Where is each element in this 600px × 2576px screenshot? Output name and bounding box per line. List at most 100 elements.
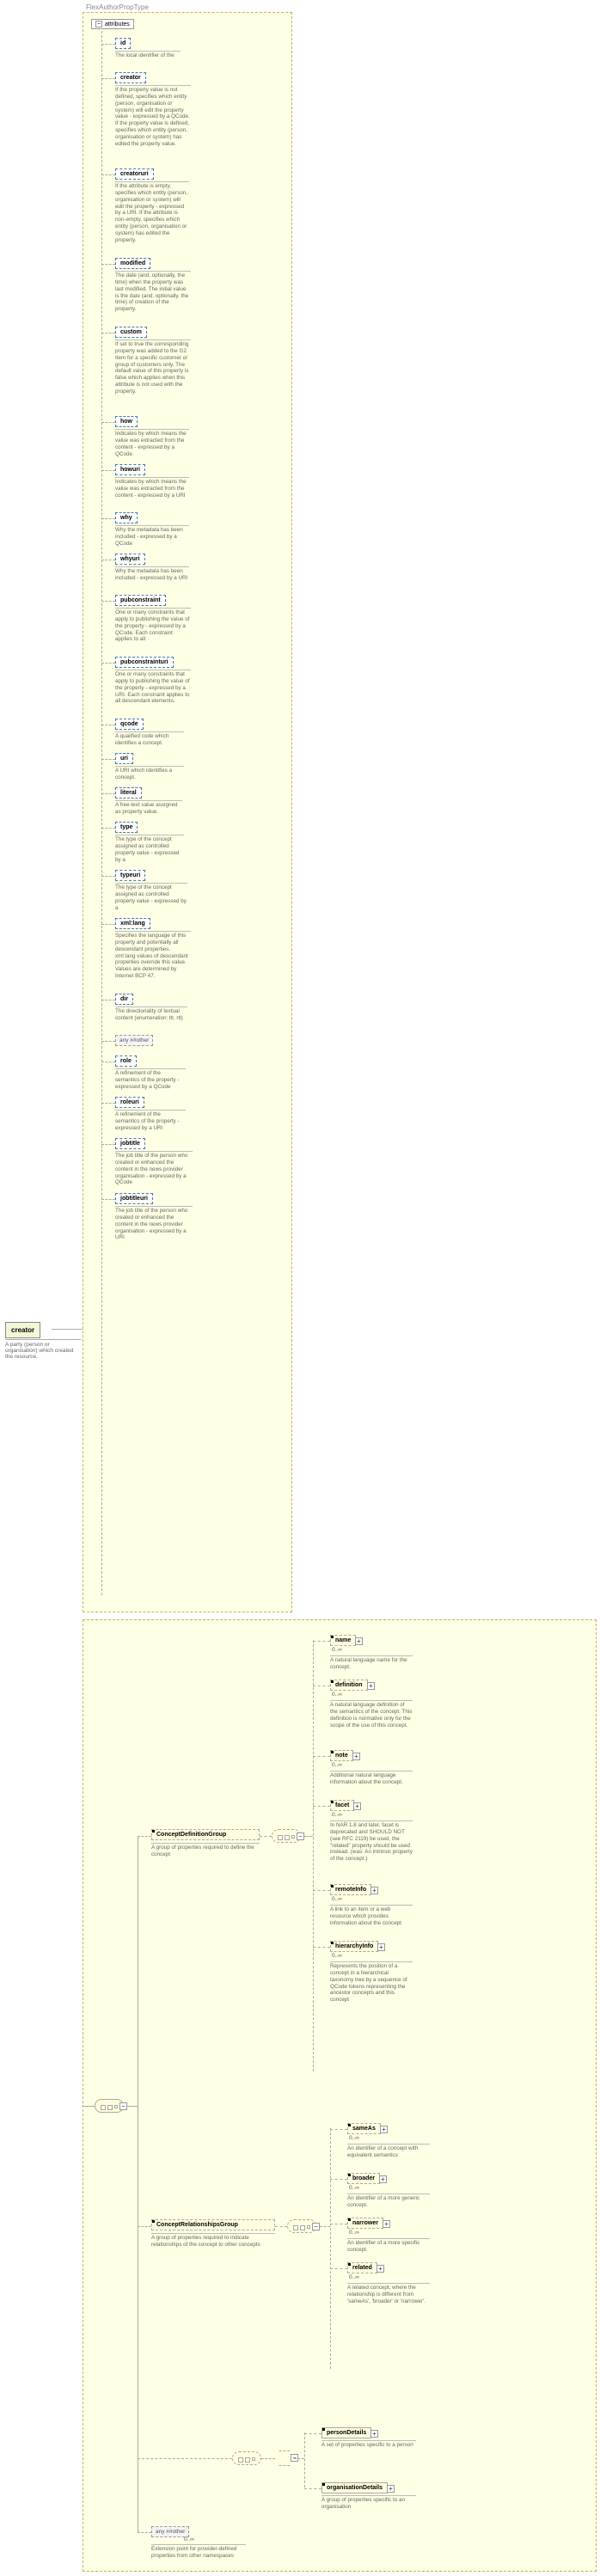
attr-desc: The directionality of textual content (e…	[115, 1007, 187, 1022]
root-label: creator	[11, 1326, 34, 1334]
cardinality: 0..∞	[349, 2135, 359, 2141]
element-label: hierarchyInfo	[335, 1943, 373, 1949]
cardinality: 0..∞	[332, 1647, 342, 1653]
conn	[320, 2226, 330, 2227]
conn	[101, 793, 115, 794]
attr-typeuri: typeuri	[115, 870, 145, 881]
expand-icon[interactable]: −	[297, 1833, 304, 1840]
expand-icon[interactable]: +	[377, 1943, 385, 1951]
root-desc: A party (person or organisation) which c…	[5, 1339, 81, 1360]
element-label: sameAs	[352, 2126, 376, 2132]
attr-whyuri: whyuri	[115, 554, 145, 565]
expand-icon[interactable]: +	[355, 1637, 363, 1645]
diagram-canvas: FlexAuthorPropType creator A party (pers…	[0, 0, 600, 2576]
attr-desc: Indicates by which means the value was e…	[115, 429, 189, 457]
attr-literal: literal	[115, 787, 142, 798]
conn	[330, 2129, 347, 2130]
conn	[101, 470, 115, 471]
attr-desc: If the property value is not defined, sp…	[115, 85, 191, 148]
element-desc: An identifier of a more generic concept.	[347, 2194, 430, 2209]
any-other-desc: Extension point for provider-defined pro…	[151, 2544, 246, 2560]
conn	[313, 1641, 330, 1642]
attr-desc: The job title of the person who created …	[115, 1206, 193, 1241]
attr-xml-lang: xml:lang	[115, 918, 150, 929]
conn	[304, 1836, 313, 1837]
attr-creator: creator	[115, 72, 146, 83]
expand-icon[interactable]: +	[367, 1682, 375, 1690]
conn	[138, 1836, 151, 1837]
attr-jobtitleuri: jobtitleuri	[115, 1193, 153, 1204]
seq-choice-wrap	[232, 2451, 261, 2465]
expand-icon[interactable]: +	[387, 2485, 395, 2493]
type-title: FlexAuthorPropType	[86, 3, 149, 11]
expand-icon[interactable]: −	[312, 2223, 320, 2230]
expand-icon[interactable]: +	[370, 2430, 378, 2438]
cardinality: 0..∞	[349, 2230, 359, 2236]
element-label: organisationDetails	[327, 2485, 383, 2491]
element-label: broader	[352, 2175, 375, 2181]
conn	[101, 518, 115, 519]
attr-desc: Why the metadata has been included - exp…	[115, 525, 189, 548]
attr-desc: Specifies the language of this property …	[115, 931, 191, 980]
conn	[313, 1947, 330, 1948]
element-label: facet	[335, 1802, 349, 1808]
conn	[260, 1836, 272, 1837]
conn	[101, 876, 115, 877]
minus-icon: −	[95, 21, 102, 28]
any-other-card: 0..∞	[184, 2536, 194, 2542]
expand-icon[interactable]: +	[380, 2126, 388, 2133]
expand-icon[interactable]: +	[352, 1753, 360, 1760]
conn	[330, 2268, 347, 2269]
attr-any: any ##other	[115, 1035, 153, 1046]
attr-pubconstrainturi: pubconstrainturi	[115, 657, 174, 668]
attr-trunk	[101, 31, 102, 1595]
cardinality: 0..∞	[349, 2274, 359, 2280]
expand-icon[interactable]: +	[370, 1887, 378, 1894]
element-desc: A group of properties specific to an org…	[321, 2495, 416, 2511]
group-rel-desc: A group of properties required to indica…	[151, 2233, 275, 2249]
attr-creatoruri: creatoruri	[115, 168, 154, 180]
element-name: name	[330, 1635, 356, 1646]
element-desc: A set of properties specific to a person	[321, 2440, 416, 2449]
element-narrower: narrower	[347, 2218, 383, 2229]
element-desc: An identifier of a more specific concept…	[347, 2238, 430, 2254]
element-definition: definition	[330, 1680, 368, 1691]
expand-icon[interactable]: +	[353, 1802, 361, 1810]
attr-jobtitle: jobtitle	[115, 1138, 145, 1149]
attr-desc: Indicates by which means the value was e…	[115, 477, 189, 499]
expand-icon[interactable]: +	[377, 2265, 384, 2273]
cardinality: 0..∞	[332, 1896, 342, 1902]
expand-icon[interactable]: +	[379, 2175, 387, 2183]
conn	[313, 1756, 330, 1757]
conn	[138, 2532, 151, 2533]
cardinality: 0..∞	[332, 1953, 342, 1959]
attr-id: id	[115, 38, 131, 49]
element-label: narrower	[352, 2220, 378, 2226]
expand-icon[interactable]: −	[119, 2102, 127, 2110]
attr-desc: One or many constraints that apply to pu…	[115, 608, 191, 643]
conn	[138, 2226, 151, 2227]
element-personDetails: personDetails	[321, 2427, 371, 2438]
element-desc: A link to an item or a web resource whic…	[330, 1905, 413, 1927]
attributes-toggle[interactable]: −attributes	[91, 19, 134, 29]
conn	[101, 1199, 115, 1200]
attr-role: role	[115, 1055, 137, 1067]
group-def-desc: A group of properties required to define…	[151, 1843, 260, 1858]
conn	[101, 1103, 115, 1104]
attr-desc: The type of the concept assigned as cont…	[115, 883, 187, 911]
attr-desc: If set to true the corresponding propert…	[115, 340, 191, 395]
element-label: related	[352, 2265, 372, 2271]
attr-desc: A refinement of the semantics of the pro…	[115, 1068, 186, 1091]
attr-desc: The type of the concept assigned as cont…	[115, 835, 184, 863]
element-sameAs: sameAs	[347, 2123, 381, 2134]
conn	[52, 1329, 83, 1330]
conn	[101, 422, 115, 423]
conn	[127, 2106, 138, 2107]
conn	[138, 2458, 232, 2459]
expand-icon[interactable]: +	[383, 2220, 390, 2228]
conn	[101, 174, 115, 175]
conn	[101, 924, 115, 925]
conn	[101, 828, 115, 829]
element-organisationDetails: organisationDetails	[321, 2482, 388, 2493]
conn	[261, 2458, 275, 2459]
